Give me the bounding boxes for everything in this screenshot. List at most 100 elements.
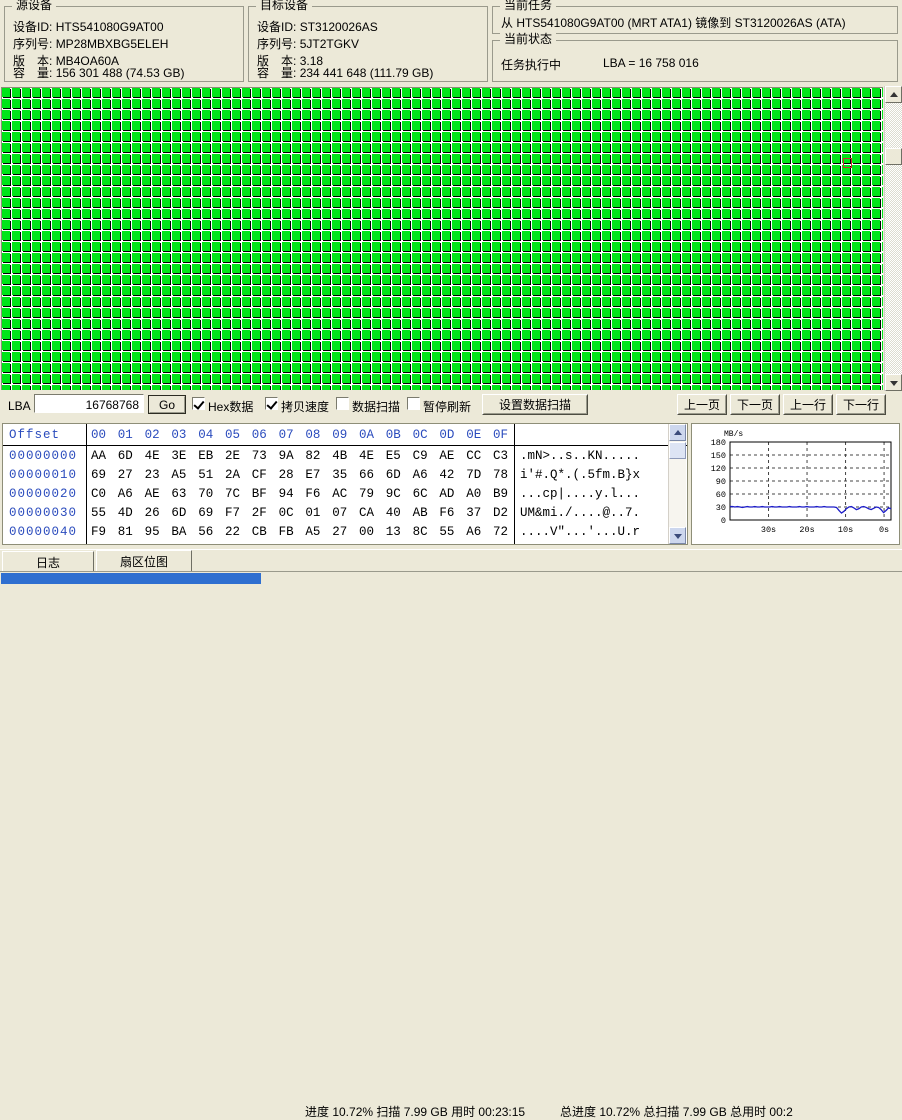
sector-map-cell: [42, 121, 50, 130]
sector-map-cell: [642, 319, 650, 328]
sector-map-cell: [42, 231, 50, 240]
sector-map-cell: [542, 264, 550, 273]
tab-log[interactable]: 日志: [2, 551, 94, 572]
sector-map-cell: [292, 330, 300, 339]
sector-map-cell: [252, 286, 260, 295]
sector-map-cell: [822, 363, 830, 372]
prev-row-button[interactable]: 上一行: [783, 394, 833, 415]
sector-map-cell: [422, 385, 430, 390]
sector-map-canvas[interactable]: [1, 87, 883, 390]
sector-map-cell: [792, 110, 800, 119]
scroll-down-button[interactable]: [885, 374, 902, 391]
scan-settings-button[interactable]: 设置数据扫描: [482, 394, 588, 415]
sector-map-cell: [762, 352, 770, 361]
hex-row[interactable]: 00000010 69 27 23 A5 51 2A CF 28 E7 35 66 6D A6 42 7D 78…: [3, 466, 687, 485]
sector-map-cell: [502, 297, 510, 306]
hex-scroll-up-button[interactable]: [669, 424, 686, 441]
sector-map-cell: [292, 242, 300, 251]
sector-map-cell: [362, 308, 370, 317]
sector-map-cell: [302, 264, 310, 273]
sector-map-cell: [762, 220, 770, 229]
checkbox-pause-refresh[interactable]: [407, 397, 420, 410]
sector-map-cell: [132, 264, 140, 273]
sector-map-cell: [62, 176, 70, 185]
source-device-row: 容 量: 156 301 488 (74.53 GB): [13, 64, 184, 81]
tab-sector-map[interactable]: 扇区位图: [96, 550, 192, 572]
sector-map-cell: [42, 165, 50, 174]
sector-map-cell: [222, 385, 230, 390]
prev-page-button[interactable]: 上一页: [677, 394, 727, 415]
sector-map-scrollbar[interactable]: [884, 86, 902, 391]
sector-map-cell: [352, 308, 360, 317]
sector-map-cell: [632, 374, 640, 383]
scrollbar-thumb[interactable]: [885, 148, 902, 165]
sector-map-cell: [512, 264, 520, 273]
sector-map-cell: [732, 110, 740, 119]
sector-map-cell: [732, 341, 740, 350]
sector-map-cell: [62, 187, 70, 196]
sector-map-cell: [82, 319, 90, 328]
sector-map-cell: [2, 308, 10, 317]
sector-map-cell: [222, 99, 230, 108]
hex-row[interactable]: 00000040 F9 81 95 BA 56 22 CB FB A5 27 00 13 8C 55 A6 72…: [3, 523, 687, 542]
hex-viewer[interactable]: Offset 00 01 02 03 04 05 06 07 08 09 0A 0B 0C 0D 0E 0F …: [2, 423, 688, 545]
sector-map-cell: [82, 110, 90, 119]
sector-map-cell: [332, 154, 340, 163]
sector-map-cell: [722, 220, 730, 229]
sector-map-cell: [452, 110, 460, 119]
scroll-up-button[interactable]: [885, 86, 902, 103]
sector-map-cell: [32, 275, 40, 284]
sector-map-cell: [352, 132, 360, 141]
checkbox-data-scan[interactable]: [336, 397, 349, 410]
checkbox-hex-data[interactable]: [192, 397, 205, 410]
sector-map-cell: [552, 253, 560, 262]
sector-map-cell: [482, 253, 490, 262]
sector-map-cell: [412, 187, 420, 196]
sector-map-cell: [812, 220, 820, 229]
hex-byte: CB: [251, 525, 267, 539]
chart-xtick: 0s: [879, 525, 889, 535]
hex-byte: 94: [278, 487, 294, 501]
sector-map-cell: [412, 176, 420, 185]
sector-map-cell: [62, 209, 70, 218]
hex-row[interactable]: 00000020 C0 A6 AE 63 70 7C BF 94 F6 AC 79 9C 6C AD A0 B9…: [3, 485, 687, 504]
sector-map-cell: [852, 374, 860, 383]
sector-map-cell: [632, 363, 640, 372]
sector-map-cell: [782, 110, 790, 119]
sector-map-cell: [612, 308, 620, 317]
sector-map-cell: [232, 297, 240, 306]
sector-map-cell: [372, 176, 380, 185]
sector-map-cell: [662, 88, 670, 97]
sector-map-cell: [422, 330, 430, 339]
sector-map-cell: [382, 187, 390, 196]
sector-map-cell: [672, 264, 680, 273]
next-page-button[interactable]: 下一页: [730, 394, 780, 415]
sector-map-cell: [472, 286, 480, 295]
sector-map-cell: [12, 110, 20, 119]
lba-input[interactable]: [34, 394, 144, 413]
sector-map-cell: [222, 231, 230, 240]
sector-map-cell: [52, 374, 60, 383]
sector-map-cell: [532, 176, 540, 185]
sector-map-panel: [0, 86, 902, 391]
hex-row[interactable]: 00000000 AA 6D 4E 3E EB 2E 73 9A 82 4B 4E E5 C9 AE CC C3…: [3, 447, 687, 466]
sector-map-cell: [132, 99, 140, 108]
hex-scroll-down-button[interactable]: [669, 527, 686, 544]
checkbox-copy-speed[interactable]: [265, 397, 278, 410]
chart-xtick: 10s: [838, 525, 853, 535]
sector-map-cell: [692, 198, 700, 207]
sector-map-cell: [882, 132, 883, 141]
hex-row[interactable]: 00000030 55 4D 26 6D 69 F7 2F 0C 01 07 CA 40 AB F6 37 D2…: [3, 504, 687, 523]
next-row-button[interactable]: 下一行: [836, 394, 886, 415]
hex-scrollbar-thumb[interactable]: [669, 442, 686, 459]
sector-map-cell: [382, 297, 390, 306]
hex-scrollbar[interactable]: [668, 424, 686, 544]
sector-map-cell: [12, 308, 20, 317]
sector-map-cell: [562, 209, 570, 218]
sector-map-cell: [602, 209, 610, 218]
sector-map-cell: [642, 154, 650, 163]
go-button[interactable]: Go: [148, 395, 186, 414]
sector-map-cell: [752, 264, 760, 273]
sector-map-cell: [12, 99, 20, 108]
sector-map-cell: [62, 165, 70, 174]
